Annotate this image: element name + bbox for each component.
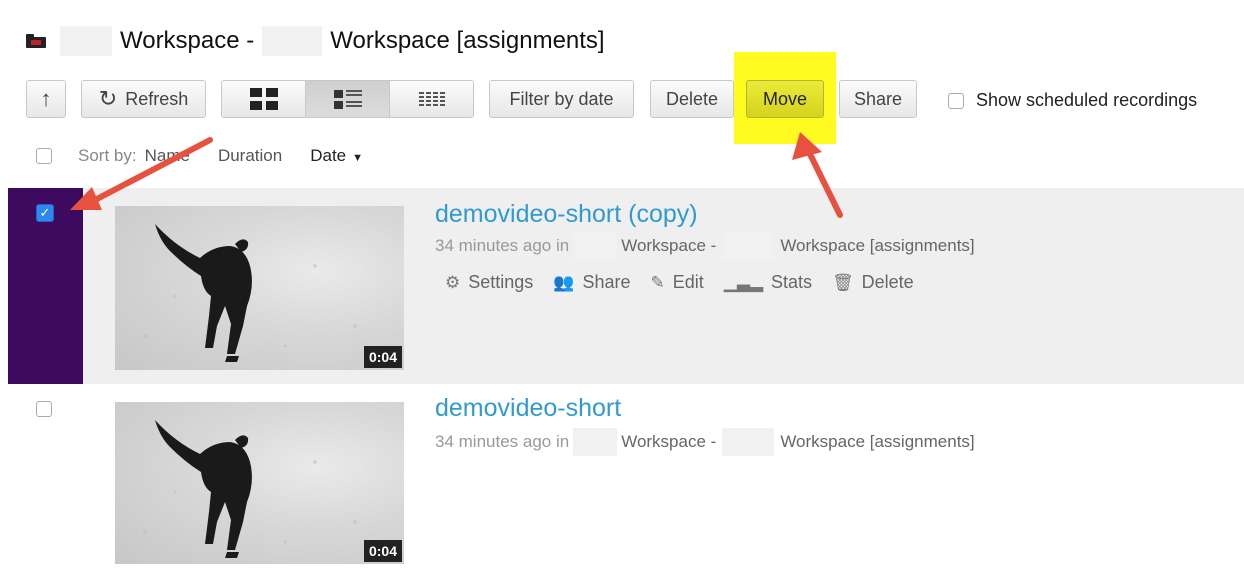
workspace-link-part1[interactable]: Workspace - (621, 432, 716, 452)
workspace-link-part2[interactable]: Workspace [assignments] (780, 236, 974, 256)
session-meta: 34 minutes ago in Workspace - Workspace … (435, 232, 975, 260)
share-button[interactable]: Share (839, 80, 917, 118)
session-time: 34 minutes ago in (435, 432, 570, 451)
sort-name-option[interactable]: Name (145, 146, 190, 166)
session-title-link[interactable]: demovideo-short (copy) (435, 200, 698, 229)
folder-icon (26, 34, 46, 48)
folder-header: Workspace - Workspace [assignments] (26, 24, 605, 58)
session-row[interactable]: ✓ 0:04 demovideo-short (copy) 34 minutes… (8, 188, 1244, 384)
header-title-part2: Workspace [assignments] (330, 27, 605, 54)
delete-label: Delete (861, 272, 914, 292)
select-all-checkbox[interactable] (36, 148, 52, 164)
redacted-text (573, 428, 618, 456)
workspace-link-part1[interactable]: Workspace - (621, 236, 716, 256)
sort-row: Sort by: Name Duration Date ▼ (36, 146, 363, 166)
stats-action[interactable]: ▁▃▂ Stats (724, 272, 812, 293)
refresh-button[interactable]: ↻ Refresh (81, 80, 206, 118)
show-scheduled-toggle[interactable]: Show scheduled recordings (948, 90, 1197, 111)
refresh-label: Refresh (125, 88, 189, 109)
dog-in-snow-image (143, 420, 357, 558)
sort-date-label: Date (310, 146, 347, 165)
list-view-icon (333, 89, 362, 109)
sort-duration-option[interactable]: Duration (218, 146, 282, 166)
session-meta: 34 minutes ago in Workspace - Workspace … (435, 428, 975, 456)
pencil-icon: ✎ (650, 272, 665, 292)
sort-by-label: Sort by: (78, 146, 137, 165)
gear-icon: ⚙ (445, 272, 461, 292)
duration-badge: 0:04 (363, 346, 402, 368)
redacted-text (573, 232, 618, 260)
share-action[interactable]: 👥 Share (553, 272, 630, 293)
header-title-part1: Workspace - (120, 27, 255, 54)
grid-view-icon (249, 88, 278, 110)
up-arrow-icon: ↑ (40, 86, 52, 111)
session-time: 34 minutes ago in (435, 236, 570, 255)
session-row[interactable]: 0:04 demovideo-short 34 minutes ago in W… (8, 386, 1244, 575)
up-folder-button[interactable]: ↑ (26, 80, 66, 118)
workspace-link-part2[interactable]: Workspace [assignments] (780, 432, 974, 452)
video-thumbnail[interactable]: 0:04 (115, 206, 404, 370)
delete-button[interactable]: Delete (650, 80, 734, 118)
redacted-text (60, 26, 112, 56)
stats-label: Stats (771, 272, 813, 292)
caret-down-icon: ▼ (352, 152, 364, 164)
sort-date-option[interactable]: Date ▼ (310, 146, 363, 166)
trash-icon: 🗑 (832, 272, 854, 292)
show-scheduled-checkbox[interactable] (948, 92, 964, 109)
list-view-button[interactable] (306, 81, 390, 117)
session-checkbox-checked[interactable]: ✓ (36, 204, 54, 222)
edit-label: Edit (672, 272, 704, 292)
session-actions: ⚙ Settings 👥 Share ✎ Edit ▁▃▂ Stats 🗑 De… (445, 272, 934, 293)
session-checkbox[interactable] (36, 401, 52, 417)
delete-action[interactable]: 🗑 Delete (832, 272, 914, 293)
move-button[interactable]: Move (746, 80, 824, 118)
redacted-text (262, 26, 323, 56)
settings-label: Settings (468, 272, 534, 292)
filter-by-date-button[interactable]: Filter by date (489, 80, 634, 118)
detail-view-icon (418, 92, 445, 106)
duration-badge: 0:04 (363, 540, 402, 562)
edit-action[interactable]: ✎ Edit (651, 272, 704, 293)
view-toggle-group (221, 80, 474, 118)
refresh-icon: ↻ (98, 86, 118, 111)
session-title-link[interactable]: demovideo-short (435, 394, 621, 423)
redacted-text (722, 232, 775, 260)
share-label: Share (582, 272, 631, 292)
grid-view-button[interactable] (222, 81, 306, 117)
bar-chart-icon: ▁▃▂ (723, 272, 764, 292)
detail-view-button[interactable] (390, 81, 473, 117)
show-scheduled-label: Show scheduled recordings (976, 90, 1198, 110)
checkmark-icon: ✓ (39, 205, 51, 220)
settings-action[interactable]: ⚙ Settings (445, 272, 533, 293)
video-thumbnail[interactable]: 0:04 (115, 402, 404, 564)
dog-in-snow-image (143, 224, 357, 362)
redacted-text (722, 428, 775, 456)
users-share-icon: 👥 (553, 272, 575, 292)
